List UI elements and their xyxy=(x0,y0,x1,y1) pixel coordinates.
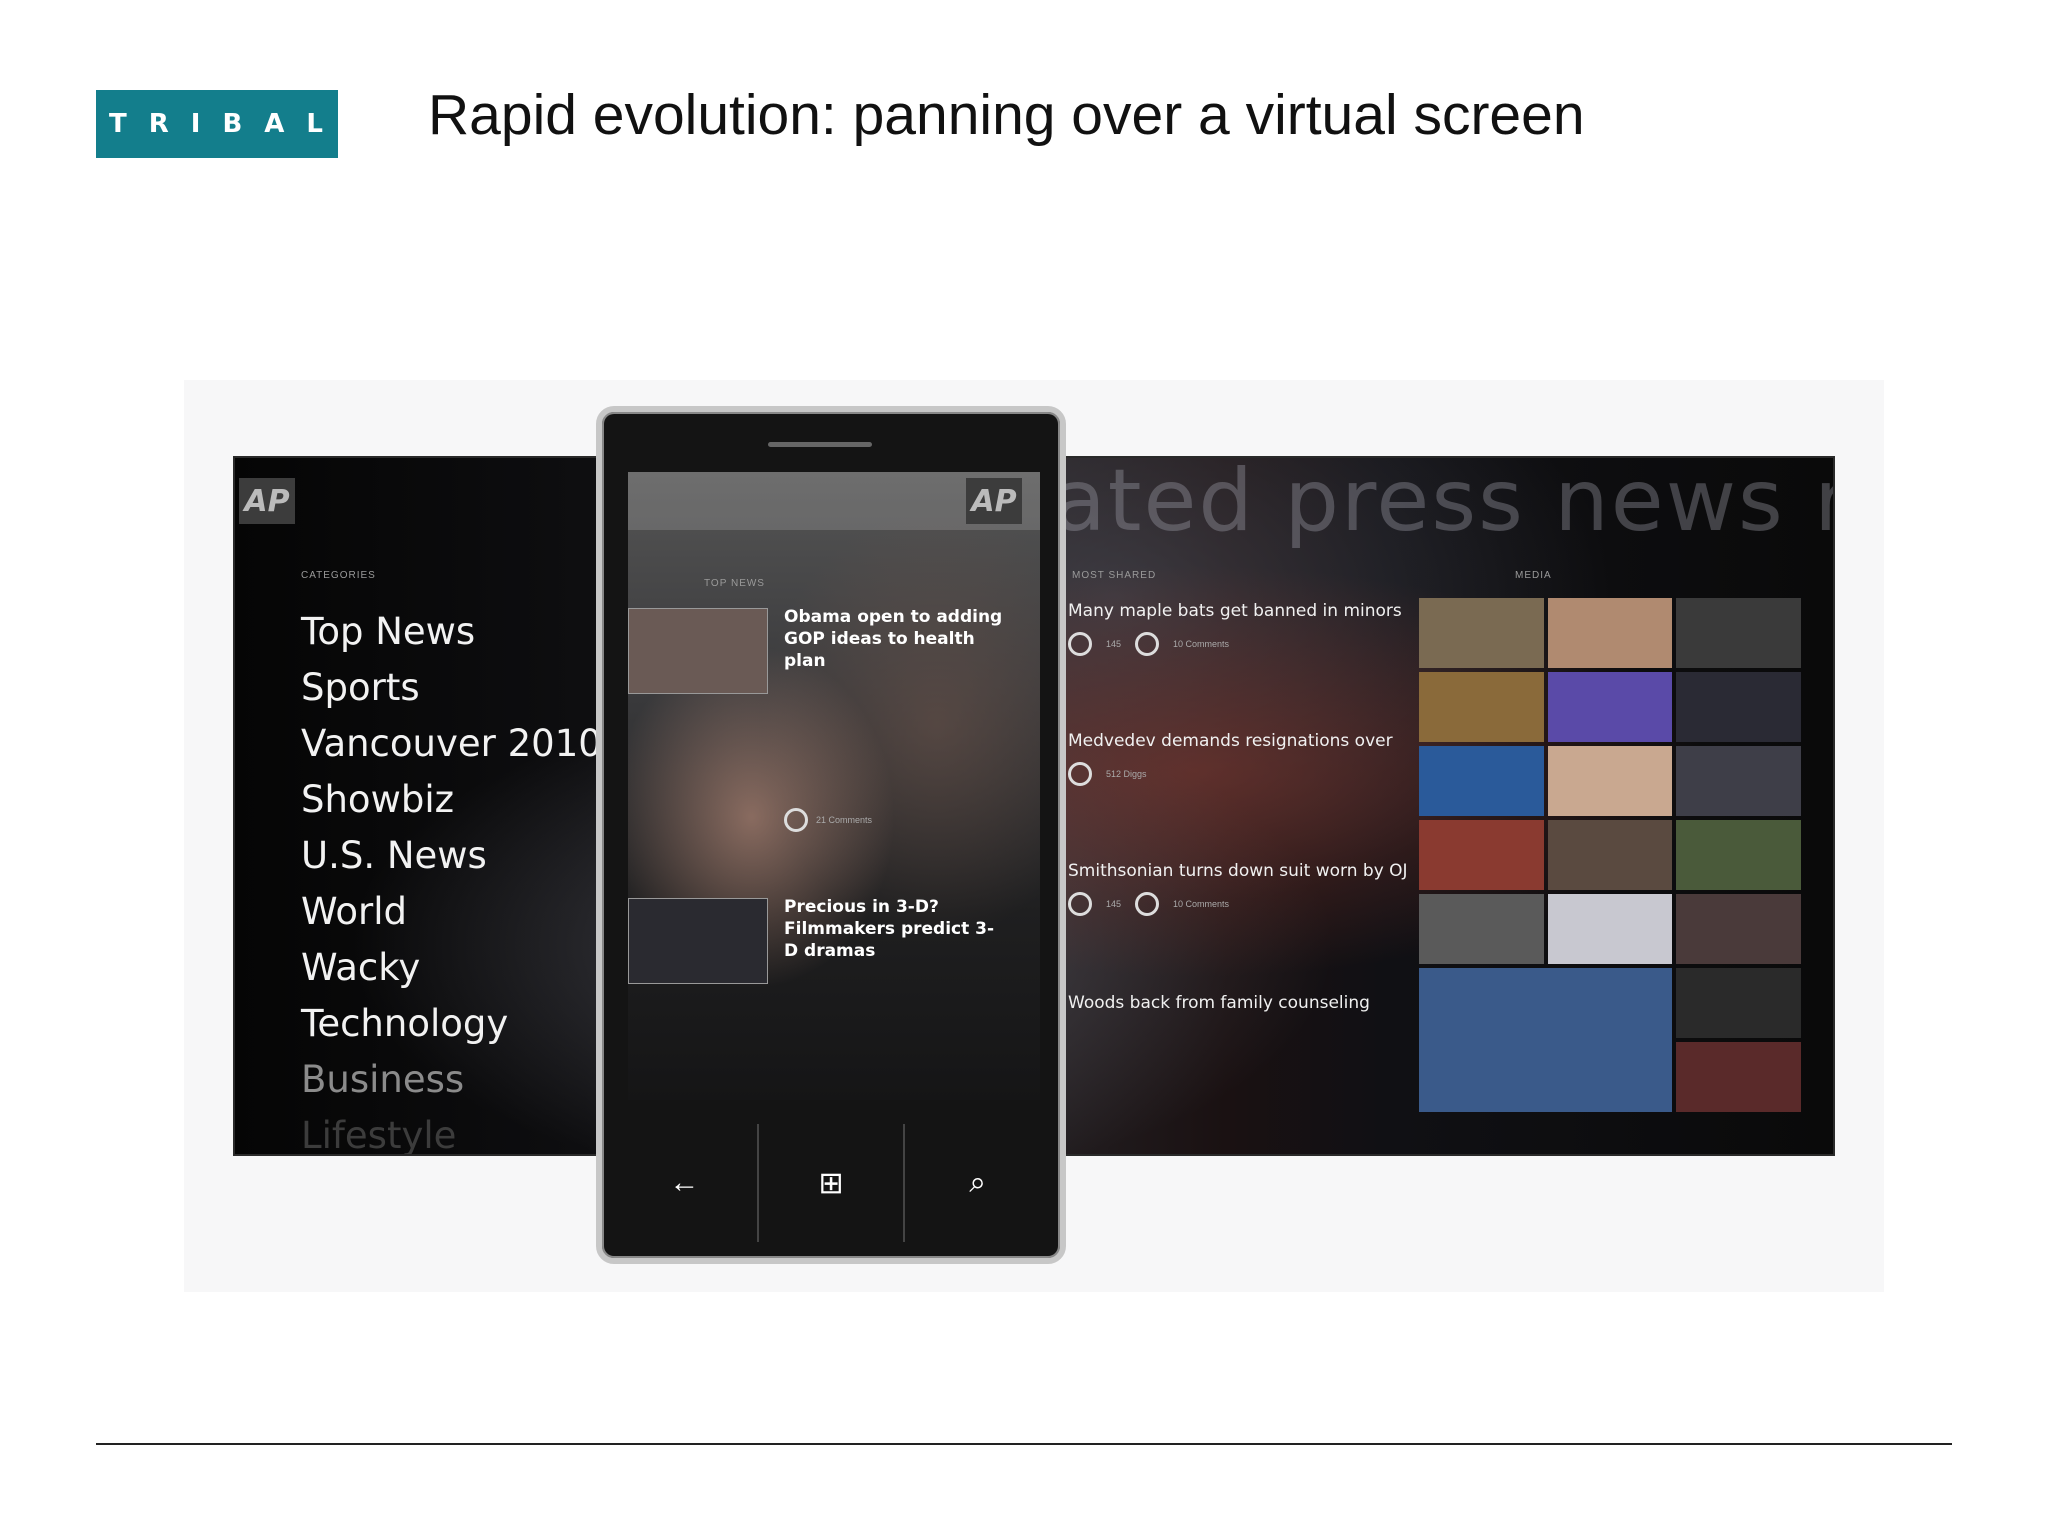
top-news-label: TOP NEWS xyxy=(704,578,765,589)
windows-start-icon[interactable]: ⊞ xyxy=(759,1124,906,1242)
media-thumbnail[interactable] xyxy=(1547,894,1673,964)
category-item[interactable]: Technology xyxy=(301,996,602,1052)
media-thumbnail[interactable] xyxy=(1547,598,1673,668)
most-shared-item[interactable]: digg Medvedev demands resignations over … xyxy=(950,728,1408,812)
story-title: Smithsonian turns down suit worn by OJ xyxy=(1068,861,1408,881)
tribal-logo: TRIBAL xyxy=(96,90,338,158)
digg-icon xyxy=(1068,762,1092,786)
top-news-item[interactable]: Precious in 3-D? Filmmakers predict 3-D … xyxy=(784,896,1004,962)
comment-icon xyxy=(784,808,808,832)
story-thumbnail[interactable] xyxy=(628,608,768,694)
story-meta: 145 10 Comments xyxy=(1068,892,1408,916)
category-item[interactable]: Sports xyxy=(301,660,602,716)
media-thumbnail[interactable] xyxy=(1419,746,1544,816)
top-news-item[interactable]: Obama open to adding GOP ideas to health… xyxy=(784,606,1004,832)
category-item[interactable]: Wacky xyxy=(301,940,602,996)
media-thumbnail[interactable] xyxy=(1676,1042,1801,1112)
media-thumbnail[interactable] xyxy=(1676,672,1801,742)
media-grid xyxy=(1419,598,1801,1154)
media-thumbnail[interactable] xyxy=(1547,746,1673,816)
footer-divider xyxy=(96,1443,1952,1445)
most-shared-item[interactable]: Many maple bats get banned in minors 145… xyxy=(950,600,1408,684)
share-count: 145 xyxy=(1106,639,1122,649)
media-thumbnail[interactable] xyxy=(1676,968,1801,1038)
category-item[interactable]: World xyxy=(301,884,602,940)
share-count: 145 xyxy=(1106,899,1122,909)
share-icon xyxy=(1068,892,1092,916)
share-icon xyxy=(1068,632,1092,656)
most-shared-item[interactable]: 🐦 Woods back from family counseling xyxy=(950,992,1408,1076)
back-icon[interactable]: ← xyxy=(612,1124,759,1242)
media-thumbnail[interactable] xyxy=(1676,894,1801,964)
story-meta: 512 Diggs xyxy=(1068,762,1408,786)
media-thumbnail[interactable] xyxy=(1676,598,1801,668)
media-thumbnail[interactable] xyxy=(1676,746,1801,816)
media-thumbnail[interactable] xyxy=(1419,598,1544,668)
most-shared-label: MOST SHARED xyxy=(1072,570,1157,581)
media-thumbnail[interactable] xyxy=(1547,820,1673,890)
category-item[interactable]: Top News xyxy=(301,604,602,660)
media-thumbnail[interactable] xyxy=(1547,672,1673,742)
media-thumbnail[interactable] xyxy=(1676,820,1801,890)
category-item[interactable]: Business xyxy=(301,1052,602,1108)
comment-icon xyxy=(1135,632,1160,656)
story-comments: 21 Comments xyxy=(784,808,1004,832)
media-thumbnail[interactable] xyxy=(1419,820,1544,890)
phone-earpiece xyxy=(768,442,872,447)
category-item[interactable]: Lifestyle xyxy=(301,1108,602,1154)
category-item[interactable]: Showbiz xyxy=(301,772,602,828)
media-thumbnail[interactable] xyxy=(1419,968,1673,1112)
story-meta: 145 10 Comments xyxy=(1068,632,1408,656)
media-label: MEDIA xyxy=(1515,570,1552,581)
comment-count: 21 Comments xyxy=(816,815,873,825)
story-title: Obama open to adding GOP ideas to health… xyxy=(784,607,1003,671)
phone-softkeys: ← ⊞ ⌕ xyxy=(612,1124,1050,1242)
story-title: Precious in 3-D? Filmmakers predict 3-D … xyxy=(784,897,995,961)
windows-phone-device: AP TOP NEWS Obama open to adding GOP ide… xyxy=(596,406,1066,1264)
slide-title: Rapid evolution: panning over a virtual … xyxy=(428,83,1585,147)
phone-screen: AP TOP NEWS Obama open to adding GOP ide… xyxy=(628,472,1040,1100)
search-icon[interactable]: ⌕ xyxy=(905,1124,1050,1242)
ap-logo-icon: AP xyxy=(966,478,1022,524)
most-shared-item[interactable]: Smithsonian turns down suit worn by OJ 1… xyxy=(950,860,1408,944)
comment-count: 10 Comments xyxy=(1173,899,1230,909)
story-title: Woods back from family counseling xyxy=(1068,993,1370,1013)
media-thumbnail[interactable] xyxy=(1419,672,1544,742)
story-thumbnail[interactable] xyxy=(628,898,768,984)
story-title: Medvedev demands resignations over xyxy=(1068,731,1393,751)
ap-logo-icon: AP xyxy=(239,478,295,524)
category-item[interactable]: Vancouver 2010 xyxy=(301,716,602,772)
category-item[interactable]: U.S. News xyxy=(301,828,602,884)
media-thumbnail[interactable] xyxy=(1419,894,1544,964)
category-list: Top News Sports Vancouver 2010 Showbiz U… xyxy=(301,604,602,1154)
comment-icon xyxy=(1135,892,1160,916)
story-title: Many maple bats get banned in minors xyxy=(1068,601,1402,621)
comment-count: 10 Comments xyxy=(1173,639,1230,649)
digg-count: 512 Diggs xyxy=(1106,769,1147,779)
categories-label: CATEGORIES xyxy=(301,570,376,581)
